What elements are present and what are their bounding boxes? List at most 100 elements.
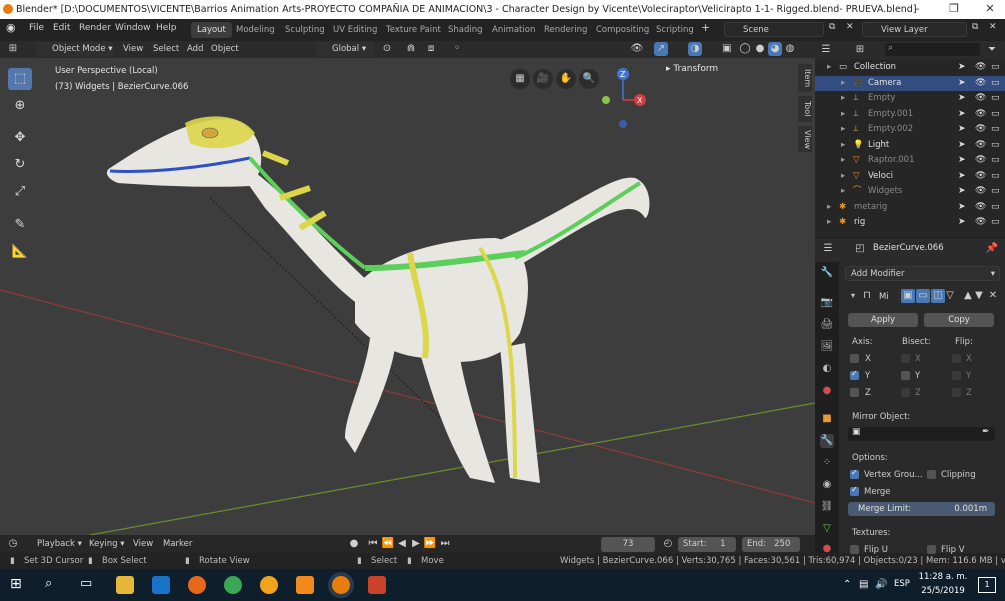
bisect-x-checkbox[interactable]	[901, 354, 910, 363]
outliner-row-empty-001[interactable]: ▸ ⟂ Empty.001 ➤ 👁 ▭	[815, 107, 1005, 122]
pivot-icon[interactable]: ⊙	[380, 42, 394, 56]
add-workspace-icon[interactable]: +	[701, 21, 710, 34]
outliner-row-rig[interactable]: ▸ ✱ rig ➤ 👁 ▭	[815, 215, 1005, 230]
end-frame-field[interactable]: End: 250	[742, 537, 800, 552]
modifier-viewport-icon[interactable]: ▭	[916, 289, 930, 303]
overlay-toggle-icon[interactable]: ◑	[688, 42, 702, 56]
axis-y-checkbox[interactable]	[850, 369, 859, 380]
selectable-icon[interactable]: ➤	[958, 60, 966, 75]
menu-help[interactable]: Help	[156, 23, 177, 33]
rotate-tool-icon[interactable]: ↻	[8, 154, 32, 176]
outliner-row-widgets[interactable]: ▸ ⌒ Widgets ➤ 👁 ▭	[815, 184, 1005, 199]
visibility-eye-icon[interactable]: 👁	[975, 76, 986, 91]
selectable-icon[interactable]: ➤	[958, 76, 966, 91]
powerpoint-icon[interactable]	[368, 576, 386, 594]
flip-u-checkbox[interactable]	[850, 545, 859, 554]
tab-uv-editing[interactable]: UV Editing	[327, 22, 383, 38]
output-tab-icon[interactable]: 🖨	[820, 318, 834, 332]
clock-time[interactable]: 11:28 a. m.	[918, 572, 968, 582]
tab-shading[interactable]: Shading	[442, 22, 489, 38]
3d-viewport[interactable]: User Perspective (Local) (73) Widgets | …	[0, 58, 815, 535]
timeline-view-menu[interactable]: View	[128, 537, 158, 552]
xray-icon[interactable]: ▣	[720, 42, 734, 56]
render-visibility-icon[interactable]: ▭	[991, 91, 1000, 106]
outliner-row-collection[interactable]: ▸ ▭ Collection ➤ 👁 ▭	[815, 60, 1005, 75]
flip-v-checkbox[interactable]	[927, 545, 936, 554]
flip-x-checkbox[interactable]	[952, 354, 961, 363]
tab-texture-paint[interactable]: Texture Paint	[380, 22, 447, 38]
current-frame-field[interactable]: 73	[601, 537, 655, 552]
expand-arrow-icon[interactable]: ▸	[827, 60, 831, 75]
menu-add[interactable]: Add	[182, 42, 208, 57]
render-visibility-icon[interactable]: ▭	[991, 200, 1000, 215]
maximize-button[interactable]: ❐	[942, 2, 966, 16]
menu-select[interactable]: Select	[148, 42, 184, 57]
visibility-eye-icon[interactable]: 👁	[975, 122, 986, 137]
expand-arrow-icon[interactable]: ▸	[827, 215, 831, 230]
material-tab-icon[interactable]: ●	[820, 542, 834, 556]
rendered-shading-icon[interactable]: ◍	[783, 42, 797, 56]
apply-button[interactable]: Apply	[848, 313, 918, 327]
delete-view-layer-icon[interactable]: ✕	[989, 22, 997, 32]
prev-keyframe-icon[interactable]: ⏪	[381, 537, 395, 551]
expand-arrow-icon[interactable]: ▸	[841, 122, 845, 137]
tab-rendering[interactable]: Rendering	[538, 22, 593, 38]
editor-type-icon[interactable]: ⊞	[6, 42, 20, 56]
render-visibility-icon[interactable]: ▭	[991, 153, 1000, 168]
outliner-search-input[interactable]: ⌕	[885, 43, 980, 56]
file-explorer-icon[interactable]	[116, 576, 134, 594]
expand-arrow-icon[interactable]: ▸	[841, 184, 845, 199]
visibility-eye-icon[interactable]: 👁	[975, 153, 986, 168]
selectable-icon[interactable]: ➤	[958, 122, 966, 137]
physics-tab-icon[interactable]: ◉	[820, 478, 834, 492]
selectable-icon[interactable]: ➤	[958, 200, 966, 215]
expand-arrow-icon[interactable]: ▸	[841, 169, 845, 184]
flip-z-checkbox[interactable]	[952, 388, 961, 397]
outliner-row-empty-002[interactable]: ▸ ⟂ Empty.002 ➤ 👁 ▭	[815, 122, 1005, 137]
expand-arrow-icon[interactable]: ▸	[841, 153, 845, 168]
selectable-icon[interactable]: ➤	[958, 215, 966, 230]
expand-arrow-icon[interactable]: ▸	[841, 76, 845, 91]
menu-window[interactable]: Window	[115, 23, 151, 33]
network-icon[interactable]: ▤	[859, 579, 868, 590]
side-tab-item[interactable]: Item	[798, 64, 812, 92]
selectable-icon[interactable]: ➤	[958, 107, 966, 122]
jump-start-icon[interactable]: ⏮	[366, 537, 380, 551]
scale-tool-icon[interactable]: ⤢	[8, 181, 32, 203]
scene-selector[interactable]: Scene	[724, 22, 824, 37]
notifications-icon[interactable]: 1	[978, 577, 996, 593]
record-icon[interactable]: ●	[347, 537, 361, 551]
visibility-eye-icon[interactable]: 👁	[975, 215, 986, 230]
visibility-icon[interactable]: 👁	[630, 42, 644, 56]
tray-chevron-icon[interactable]: ⌃	[843, 579, 851, 590]
menu-object[interactable]: Object	[206, 42, 244, 57]
render-visibility-icon[interactable]: ▭	[991, 138, 1000, 153]
tool-tab-icon[interactable]: 🔧	[820, 266, 834, 280]
expand-arrow-icon[interactable]: ▸	[841, 91, 845, 106]
edge-icon[interactable]	[152, 576, 170, 594]
navigation-gizmo[interactable]: Z X	[595, 66, 655, 136]
axis-x-checkbox[interactable]	[850, 354, 859, 363]
copy-button[interactable]: Copy	[924, 313, 994, 327]
selectable-icon[interactable]: ➤	[958, 169, 966, 184]
keying-menu[interactable]: Keying ▾	[84, 537, 130, 552]
tab-sculpting[interactable]: Sculpting	[279, 22, 331, 38]
material-shading-icon[interactable]: ◕	[768, 42, 782, 56]
playback-menu[interactable]: Playback ▾	[32, 537, 87, 552]
vertex-groups-checkbox[interactable]	[850, 468, 859, 479]
blender-taskbar-icon[interactable]	[332, 576, 350, 594]
play-reverse-icon[interactable]: ◀	[395, 537, 409, 551]
visibility-eye-icon[interactable]: 👁	[975, 200, 986, 215]
expand-arrow-icon[interactable]: ▸	[841, 138, 845, 153]
visibility-eye-icon[interactable]: 👁	[975, 91, 986, 106]
flip-y-checkbox[interactable]	[952, 371, 961, 380]
modifier-cage-icon[interactable]: ▽	[943, 289, 957, 303]
delete-scene-icon[interactable]: ✕	[846, 22, 854, 32]
play-icon[interactable]: ▶	[409, 537, 423, 551]
cursor-tool-icon[interactable]: ⊕	[8, 95, 32, 117]
properties-editor-icon[interactable]: ☰	[821, 242, 835, 256]
snap-icon[interactable]: ⋒	[404, 42, 418, 56]
render-visibility-icon[interactable]: ▭	[991, 60, 1000, 75]
add-modifier-dropdown[interactable]: Add Modifier ▾	[845, 266, 1000, 281]
render-visibility-icon[interactable]: ▭	[991, 122, 1000, 137]
